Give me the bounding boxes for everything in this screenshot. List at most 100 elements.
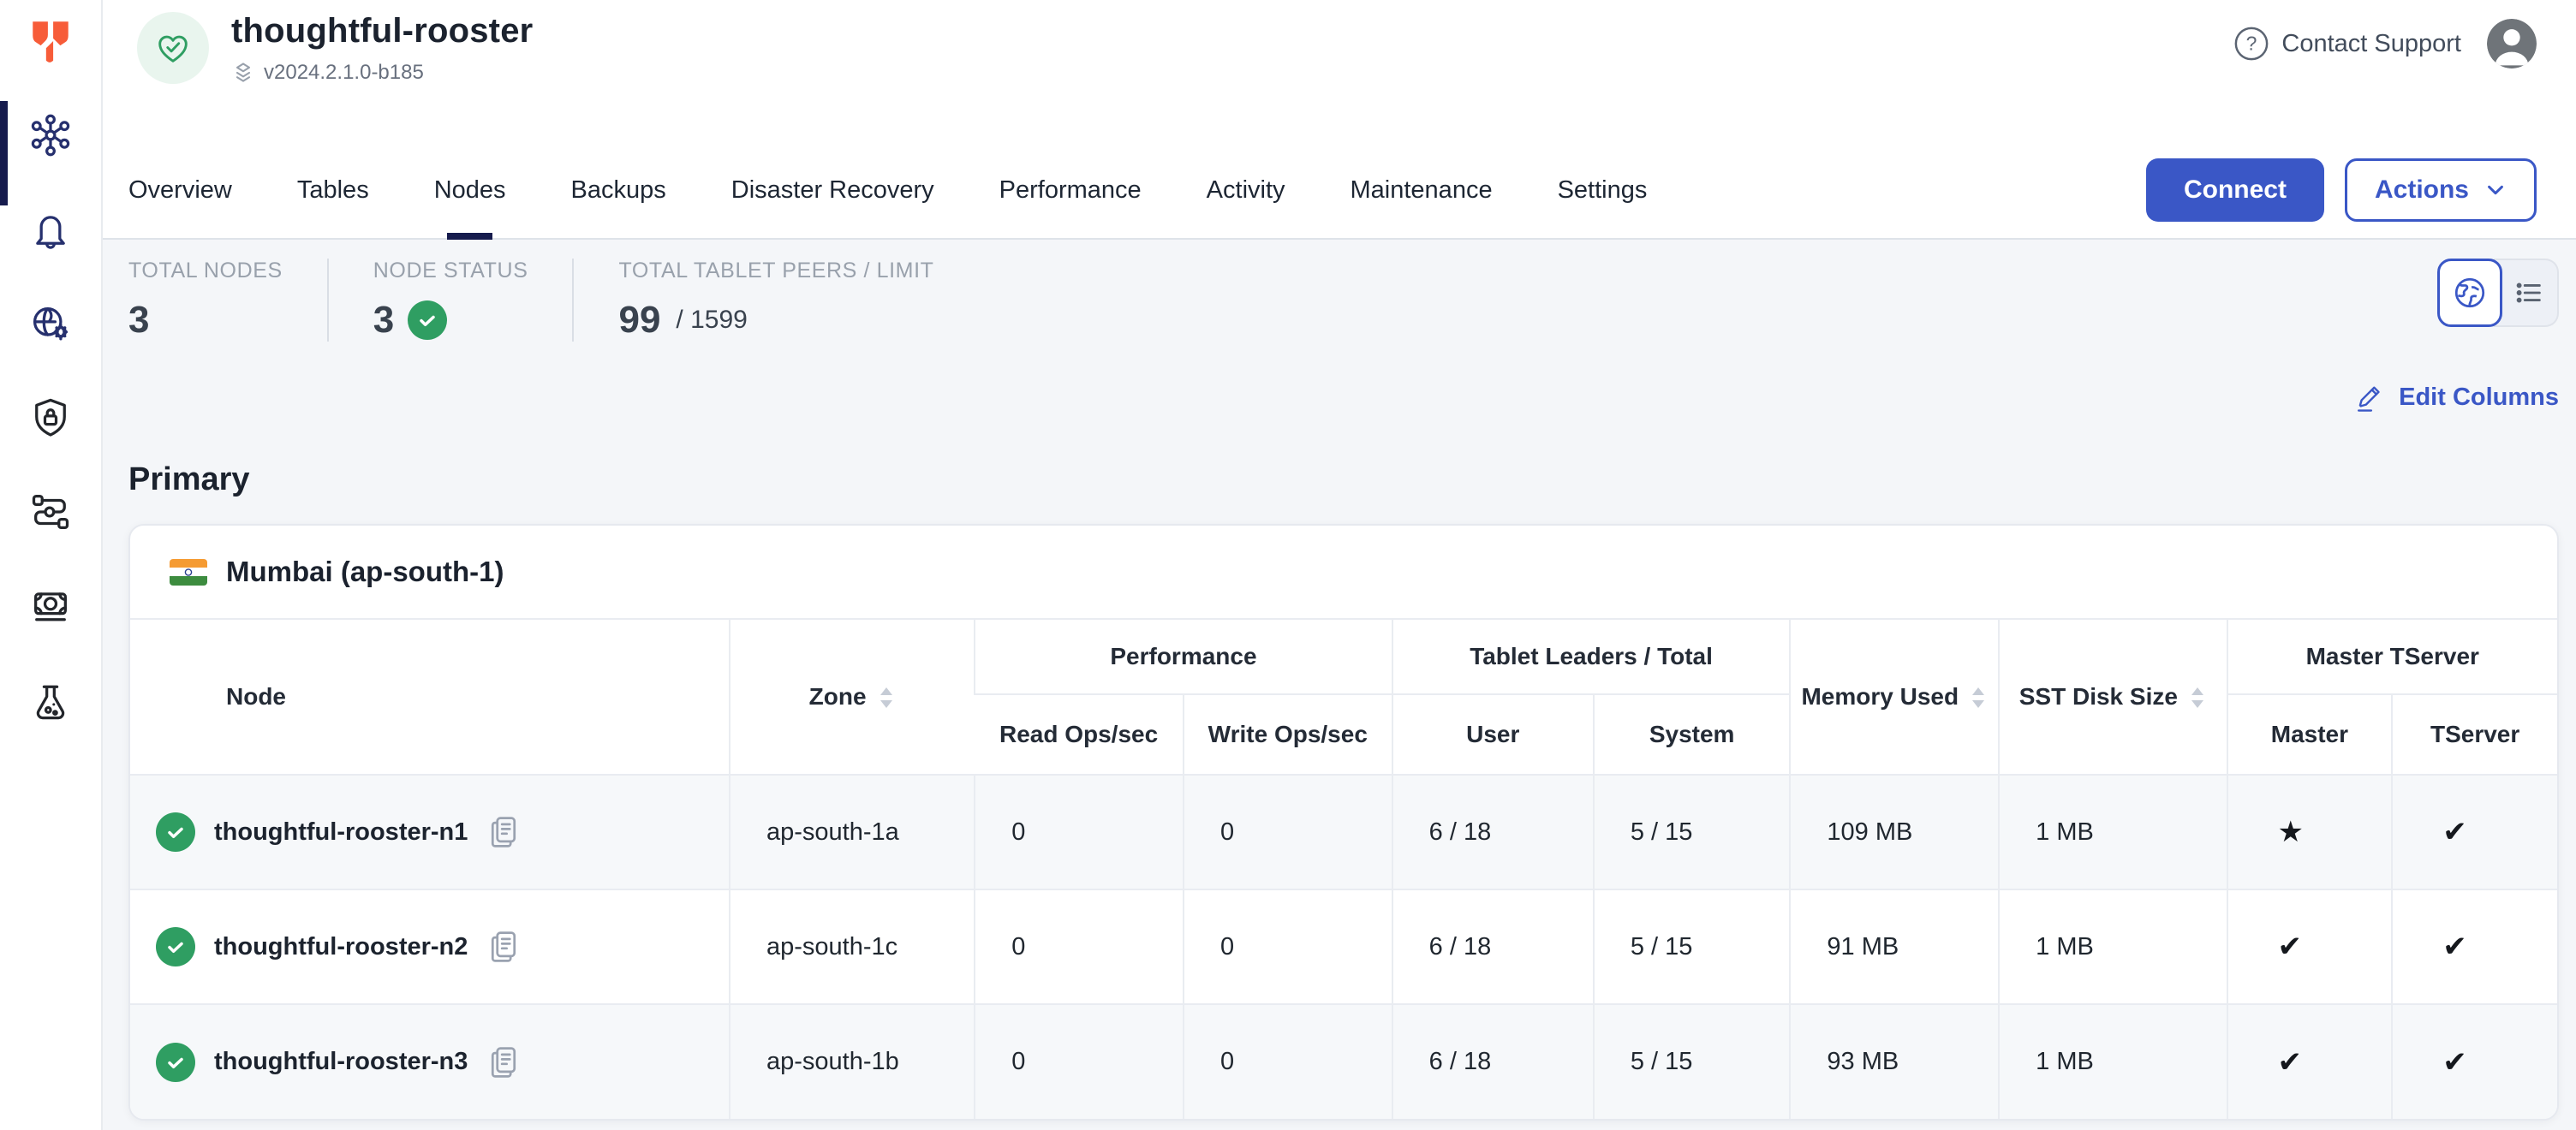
column-header-memory-used[interactable]: Memory Used (1790, 619, 1999, 775)
table-row: thoughtful-rooster-n1 ap-south-1a 0 (130, 775, 2557, 889)
view-mode-toggle (2437, 259, 2559, 327)
sort-icon (877, 685, 896, 711)
sort-icon (2188, 685, 2207, 711)
india-flag-icon (170, 559, 207, 586)
tab-disaster-recovery[interactable]: Disaster Recovery (731, 142, 934, 238)
read-ops-cell: 0 (975, 889, 1184, 1004)
contact-support-link[interactable]: ? Contact Support (2233, 26, 2461, 62)
globe-icon (2452, 275, 2488, 311)
tserver-check-icon: ✔ (2392, 1004, 2557, 1119)
version-layers-icon (231, 61, 255, 85)
node-stats: TOTAL NODES 3 NODE STATUS 3 TOTAL TABLET… (128, 259, 979, 342)
user-tablets-cell: 6 / 18 (1392, 775, 1594, 889)
universe-title: thoughtful-rooster (231, 12, 533, 51)
copy-icon[interactable] (486, 1044, 521, 1081)
security-shield-lock-icon[interactable] (28, 396, 73, 440)
region-header: Mumbai (ap-south-1) (130, 526, 2557, 618)
system-tablets-cell: 5 / 15 (1594, 1004, 1791, 1119)
tab-backups[interactable]: Backups (571, 142, 666, 238)
sst-cell: 1 MB (1999, 775, 2227, 889)
copy-icon[interactable] (486, 813, 521, 851)
list-icon (2513, 277, 2545, 309)
system-tablets-cell: 5 / 15 (1594, 775, 1791, 889)
universe-cluster-icon[interactable] (28, 113, 73, 158)
stat-tablet-peers: TOTAL TABLET PEERS / LIMIT 99 / 1599 (572, 259, 978, 342)
stat-node-status-label: NODE STATUS (373, 259, 528, 283)
map-view-toggle[interactable] (2437, 259, 2502, 327)
connect-button[interactable]: Connect (2146, 158, 2324, 222)
tab-nodes[interactable]: Nodes (434, 142, 506, 238)
avatar-person-icon (2487, 19, 2537, 68)
edit-columns-label: Edit Columns (2399, 384, 2559, 412)
user-tablets-cell: 6 / 18 (1392, 1004, 1594, 1119)
column-header-read-ops: Read Ops/sec (975, 694, 1184, 775)
stat-total-nodes: TOTAL NODES 3 (128, 259, 327, 342)
column-header-system: System (1594, 694, 1791, 775)
stat-total-nodes-label: TOTAL NODES (128, 259, 283, 283)
node-healthy-icon (156, 1043, 195, 1082)
sst-cell: 1 MB (1999, 889, 2227, 1004)
edit-columns-button[interactable]: Edit Columns (128, 381, 2559, 413)
column-group-master-tserver: Master TServer (2227, 619, 2557, 694)
labs-flask-icon[interactable] (28, 678, 73, 723)
tab-activity[interactable]: Activity (1207, 142, 1285, 238)
cloud-config-globe-gear-icon[interactable] (28, 301, 73, 346)
region-card: Mumbai (ap-south-1) Node Zone Performanc… (128, 524, 2559, 1121)
tserver-check-icon: ✔ (2392, 889, 2557, 1004)
actions-button-label: Actions (2375, 175, 2469, 205)
column-header-zone[interactable]: Zone (730, 619, 975, 775)
column-header-user: User (1392, 694, 1594, 775)
sidebar-nav (0, 113, 101, 723)
column-header-write-ops: Write Ops/sec (1184, 694, 1392, 775)
contact-support-label: Contact Support (2281, 30, 2461, 58)
list-view-toggle[interactable] (2494, 259, 2559, 327)
read-ops-cell: 0 (975, 775, 1184, 889)
nodes-page: TOTAL NODES 3 NODE STATUS 3 TOTAL TABLET… (103, 259, 2576, 1121)
memory-cell: 109 MB (1790, 775, 1999, 889)
actions-button[interactable]: Actions (2345, 158, 2537, 222)
tab-bar: Overview Tables Nodes Backups Disaster R… (103, 142, 2576, 240)
zone-cell: ap-south-1b (730, 1004, 975, 1119)
region-name: Mumbai (ap-south-1) (226, 556, 504, 588)
billing-money-icon[interactable] (28, 584, 73, 628)
version-label: v2024.2.1.0-b185 (264, 61, 424, 85)
tasks-pipeline-icon[interactable] (28, 490, 73, 534)
write-ops-cell: 0 (1184, 775, 1392, 889)
sidebar-active-indicator (0, 101, 8, 205)
stat-node-status-value: 3 (373, 299, 394, 342)
tab-performance[interactable]: Performance (999, 142, 1142, 238)
top-header: thoughtful-rooster v2024.2.1.0-b185 ? Co… (103, 0, 2576, 240)
heart-check-icon (153, 28, 193, 68)
memory-cell: 91 MB (1790, 889, 1999, 1004)
node-name: thoughtful-rooster-n3 (214, 1048, 468, 1076)
sort-icon (1969, 685, 1988, 711)
column-group-tablet-leaders: Tablet Leaders / Total (1392, 619, 1791, 694)
copy-icon[interactable] (486, 928, 521, 966)
universe-health-badge (137, 12, 209, 84)
tab-tables[interactable]: Tables (297, 142, 369, 238)
user-avatar[interactable] (2487, 19, 2537, 68)
tab-overview[interactable]: Overview (128, 142, 232, 238)
yugabyte-logo[interactable] (23, 14, 78, 68)
zone-cell: ap-south-1a (730, 775, 975, 889)
tab-settings[interactable]: Settings (1558, 142, 1648, 238)
sidebar (0, 0, 103, 1130)
user-tablets-cell: 6 / 18 (1392, 889, 1594, 1004)
tab-maintenance[interactable]: Maintenance (1351, 142, 1493, 238)
stat-tablet-peers-label: TOTAL TABLET PEERS / LIMIT (618, 259, 933, 283)
help-circle-icon: ? (2233, 26, 2269, 62)
table-row: thoughtful-rooster-n3 ap-south-1b 0 (130, 1004, 2557, 1119)
memory-cell: 93 MB (1790, 1004, 1999, 1119)
master-check-icon: ✔ (2227, 889, 2393, 1004)
master-leader-star-icon: ★ (2227, 775, 2393, 889)
stat-node-status: NODE STATUS 3 (327, 259, 573, 342)
column-header-sst-disk-size[interactable]: SST Disk Size (1999, 619, 2227, 775)
chevron-down-icon (2484, 179, 2507, 201)
healthy-check-icon (408, 300, 447, 340)
write-ops-cell: 0 (1184, 889, 1392, 1004)
pencil-icon (2354, 381, 2387, 413)
node-name: thoughtful-rooster-n2 (214, 933, 468, 961)
alerts-bell-icon[interactable] (28, 207, 73, 252)
system-tablets-cell: 5 / 15 (1594, 889, 1791, 1004)
primary-cluster-heading: Primary (128, 461, 2559, 498)
